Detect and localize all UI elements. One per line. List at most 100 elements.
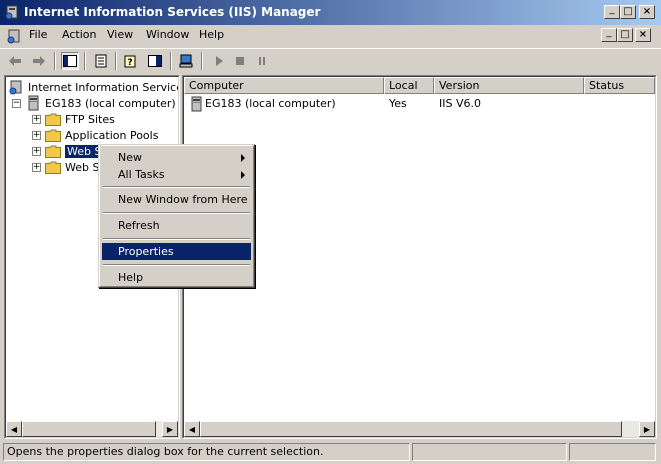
menu-action[interactable]: Action [62,28,96,41]
cell-version: IIS V6.0 [439,97,481,110]
menu-item-label: Refresh [118,219,160,232]
back-button[interactable] [6,52,24,70]
tree-root-label: Internet Information Services [28,80,179,94]
tree-root[interactable]: Internet Information Services [8,79,179,95]
pause-button[interactable] [253,52,271,70]
menu-separator [103,186,250,188]
arrow-left-icon: ◀ [10,424,18,434]
tree-horizontal-scrollbar[interactable]: ◀ ▶ [6,421,178,437]
folder-icon [45,129,61,142]
server-icon [28,95,39,111]
close-button[interactable]: × [639,5,655,19]
menu-separator [103,238,250,240]
menu-item-label: New Window from Here [118,193,248,206]
forward-button[interactable] [30,52,48,70]
action-pane-icon [148,55,162,67]
expand-toggle-icon[interactable]: + [32,146,41,156]
close-icon: × [638,29,648,40]
menu-bar: File Action View Window Help _ □ × [0,25,661,46]
minimize-icon: _ [609,4,615,15]
child-minimize-button[interactable]: _ [601,28,617,42]
scroll-right-button[interactable]: ▶ [639,421,655,437]
window-title: Internet Information Services (IIS) Mana… [24,5,321,19]
play-icon [216,56,223,66]
forward-arrow-icon [33,56,45,66]
show-hide-action-pane-button[interactable] [146,52,164,70]
expand-toggle-icon[interactable]: + [32,130,41,140]
collapse-toggle-icon[interactable]: − [12,98,21,108]
scroll-thumb[interactable] [200,421,622,437]
context-menu-item-new-window[interactable]: New Window from Here [102,191,251,208]
tree-node-application-pools[interactable]: + Application Pools [32,127,158,143]
close-icon: × [642,6,652,17]
status-panel-3 [569,443,656,461]
column-header-version[interactable]: Version [434,77,584,94]
pause-icon [259,57,265,65]
tree-node-ftp-sites[interactable]: + FTP Sites [32,111,115,127]
toolbar: ? [0,48,661,73]
context-menu-item-refresh[interactable]: Refresh [102,217,251,234]
menu-separator [103,264,250,266]
tree-node-web-service-extensions[interactable]: + Web S [32,159,99,175]
column-header-local[interactable]: Local [384,77,434,94]
iis-app-icon [5,5,18,20]
child-restore-button[interactable]: □ [617,28,633,42]
submenu-arrow-icon [241,171,245,179]
details-horizontal-scrollbar[interactable]: ◀ ▶ [184,421,655,437]
submenu-arrow-icon [241,154,245,162]
stop-icon [236,57,244,65]
cell-computer: EG183 (local computer) [205,97,336,110]
stop-button[interactable] [231,52,249,70]
export-list-button[interactable] [92,52,110,70]
expand-toggle-icon[interactable]: + [32,114,41,124]
tree-node-computer[interactable]: − EG183 (local computer) [12,95,176,111]
toolbar-separator [201,52,203,70]
toolbar-separator [54,52,56,70]
tree-node-computer-label: EG183 (local computer) [45,96,176,110]
child-close-button[interactable]: × [635,28,651,42]
menu-item-label: Help [118,271,144,284]
menu-item-label: Properties [118,245,174,258]
connect-computer-button[interactable] [177,52,195,70]
context-menu-item-help[interactable]: Help [102,269,251,286]
help-button[interactable]: ? [122,52,140,70]
menu-item-label: New [118,151,142,164]
menu-window[interactable]: Window [146,28,189,41]
column-header-status[interactable]: Status [584,77,655,94]
arrow-right-icon: ▶ [643,424,651,434]
tree-node-label: FTP Sites [65,112,115,126]
menu-file[interactable]: File [29,28,47,41]
context-menu-item-all-tasks[interactable]: All Tasks [102,166,251,183]
export-list-icon [95,54,107,68]
scroll-left-button[interactable]: ◀ [184,421,200,437]
menu-help[interactable]: Help [199,28,224,41]
scroll-right-button[interactable]: ▶ [162,421,178,437]
computer-icon [179,54,193,68]
arrow-left-icon: ◀ [188,424,196,434]
scroll-left-button[interactable]: ◀ [6,421,22,437]
column-header-computer[interactable]: Computer [184,77,384,94]
minimize-button[interactable]: _ [604,5,620,19]
expand-toggle-icon[interactable]: + [32,162,41,172]
context-menu-item-properties[interactable]: Properties [102,243,251,260]
context-menu-item-new[interactable]: New [102,149,251,166]
start-button[interactable] [210,52,228,70]
menu-view[interactable]: View [107,28,133,41]
context-menu: New All Tasks New Window from Here Refre… [98,144,255,288]
console-tree-icon [63,55,77,67]
maximize-button[interactable]: □ [620,5,636,19]
arrow-right-icon: ▶ [166,424,174,434]
console-icon[interactable] [6,28,22,44]
server-icon [191,96,202,112]
scroll-thumb[interactable] [22,421,156,437]
folder-icon [45,113,61,126]
show-hide-console-tree-button[interactable] [61,52,79,70]
toolbar-separator [84,52,86,70]
toolbar-separator [115,52,117,70]
title-bar[interactable]: Internet Information Services (IIS) Mana… [0,0,661,25]
tree-node-web-sites[interactable]: + Web S [32,143,104,159]
minimize-icon: _ [606,27,612,38]
status-text: Opens the properties dialog box for the … [3,443,410,461]
folder-icon [45,161,61,174]
status-panel-2 [412,443,567,461]
